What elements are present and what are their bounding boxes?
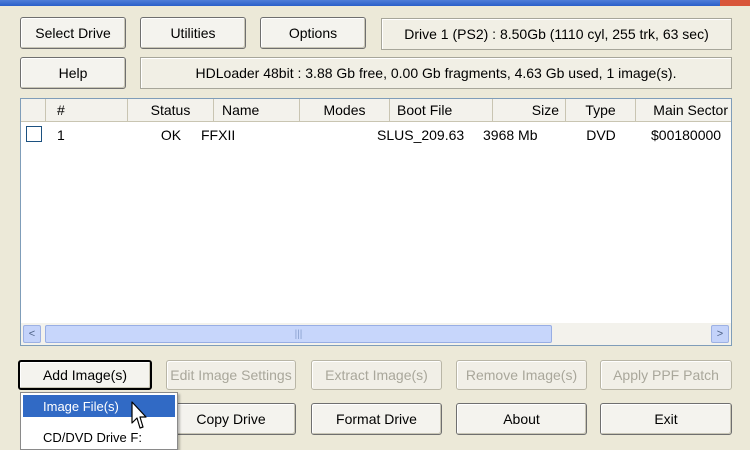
column-header-name[interactable]: Name (214, 99, 300, 121)
status-info-field: HDLoader 48bit : 3.88 Gb free, 0.00 Gb f… (140, 57, 732, 89)
row-type: DVD (586, 127, 616, 143)
drive-info-field: Drive 1 (PS2) : 8.50Gb (1110 cyl, 255 tr… (381, 18, 732, 50)
select-drive-button[interactable]: Select Drive (20, 17, 126, 49)
table-row[interactable]: 1 OK FFXII SLUS_209.63 3968 Mb DVD $0018… (21, 125, 731, 145)
edit-image-settings-button[interactable]: Edit Image Settings (166, 360, 296, 390)
menu-item-image-files[interactable]: Image File(s) (23, 395, 175, 417)
column-header-size[interactable]: Size (493, 99, 566, 121)
close-icon[interactable] (720, 0, 750, 6)
title-bar (0, 0, 750, 6)
extract-images-button[interactable]: Extract Image(s) (311, 360, 442, 390)
exit-button[interactable]: Exit (600, 403, 732, 435)
row-name: FFXII (201, 127, 236, 143)
row-number: 1 (57, 127, 65, 143)
column-header-main-sector[interactable]: Main Sector (636, 99, 731, 121)
format-drive-button[interactable]: Format Drive (311, 403, 442, 435)
scroll-right-icon[interactable]: > (711, 325, 729, 343)
add-images-menu: Image File(s) CD/DVD Drive F: (20, 392, 178, 450)
remove-images-button[interactable]: Remove Image(s) (456, 360, 587, 390)
column-header-type[interactable]: Type (566, 99, 636, 121)
column-header-boot-file[interactable]: Boot File (390, 99, 493, 121)
row-boot-file: SLUS_209.63 (377, 127, 465, 143)
column-header-check[interactable] (21, 99, 46, 121)
copy-drive-button[interactable]: Copy Drive (166, 403, 296, 435)
about-button[interactable]: About (456, 403, 587, 435)
column-header-modes[interactable]: Modes (300, 99, 390, 121)
row-checkbox[interactable] (26, 126, 42, 142)
column-header-number[interactable]: # (46, 99, 128, 121)
image-list[interactable]: # Status Name Modes Boot File Size Type … (20, 98, 732, 346)
options-button[interactable]: Options (260, 17, 366, 49)
menu-item-cd-dvd-drive[interactable]: CD/DVD Drive F: (23, 426, 175, 448)
row-main-sector: $00180000 (651, 127, 722, 143)
row-size: 3968 Mb (483, 127, 538, 143)
column-header-status[interactable]: Status (128, 99, 214, 121)
list-header: # Status Name Modes Boot File Size Type … (21, 99, 731, 122)
add-images-button[interactable]: Add Image(s) (18, 360, 152, 390)
horizontal-scrollbar[interactable]: < ||| > (21, 323, 731, 345)
scroll-left-icon[interactable]: < (23, 325, 41, 343)
apply-ppf-patch-button[interactable]: Apply PPF Patch (600, 360, 732, 390)
mouse-cursor-icon (131, 401, 147, 429)
scrollbar-thumb[interactable]: ||| (45, 325, 552, 343)
utilities-button[interactable]: Utilities (140, 17, 246, 49)
help-button[interactable]: Help (20, 57, 126, 89)
